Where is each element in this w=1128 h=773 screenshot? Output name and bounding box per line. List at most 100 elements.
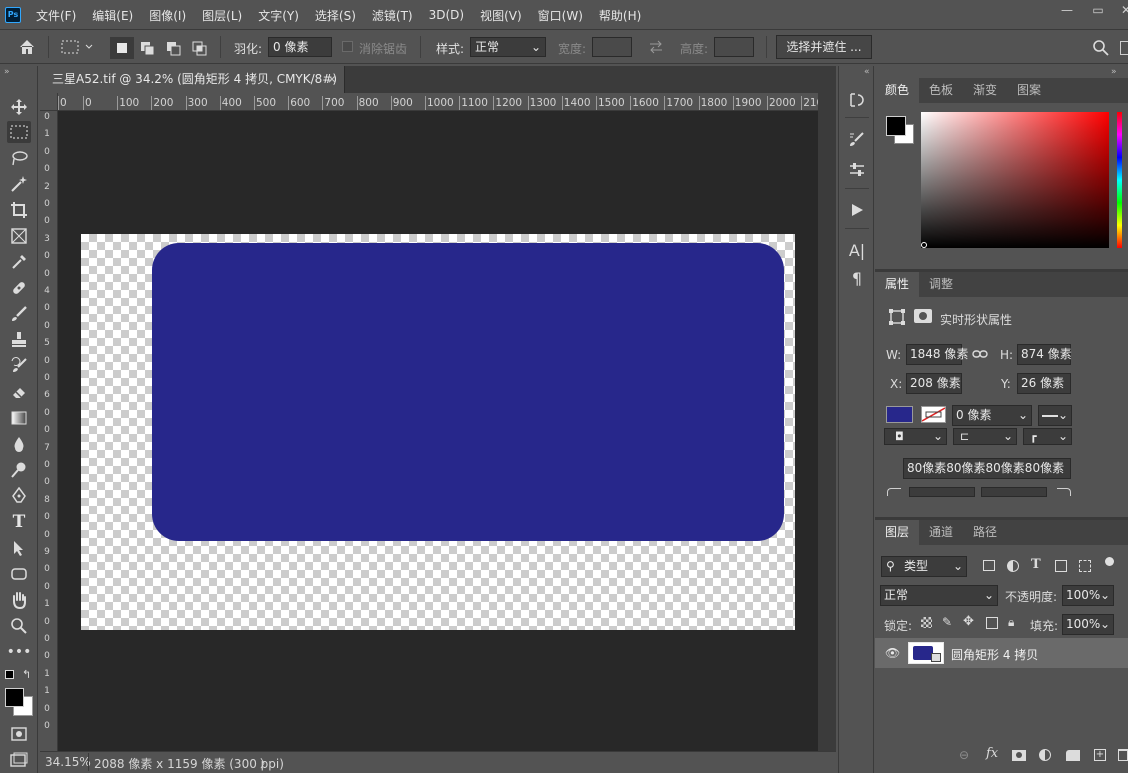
stroke-align-select[interactable]: ◘ ⌄ [884, 428, 947, 445]
filter-type-icon[interactable]: T [1031, 557, 1041, 572]
tab-layers[interactable]: 图层 [875, 520, 920, 545]
vertical-scrollbar[interactable] [818, 93, 836, 751]
link-layers-icon[interactable]: ⊖ [959, 748, 969, 762]
maximize-icon[interactable]: ▭ [1086, 2, 1110, 18]
corner-tl-input[interactable] [909, 487, 975, 497]
new-adjustment-icon[interactable] [1039, 749, 1051, 761]
tab-gradients[interactable]: 渐变 [963, 78, 1007, 103]
add-mask-icon[interactable] [1012, 750, 1026, 761]
add-selection-icon[interactable] [140, 41, 156, 57]
blur-tool-icon[interactable] [7, 433, 31, 455]
tab-close-icon[interactable]: × [327, 66, 337, 93]
history-brush-icon[interactable] [7, 355, 31, 377]
menu-item-9[interactable]: 窗口(W) [530, 7, 591, 24]
height-input[interactable] [714, 37, 754, 57]
width-input[interactable] [592, 37, 632, 57]
eraser-tool-icon[interactable] [7, 381, 31, 403]
swap-colors-icon[interactable]: ↰ [22, 668, 31, 681]
rounded-rectangle-shape[interactable] [152, 243, 784, 541]
healing-brush-icon[interactable] [7, 277, 31, 299]
shape-tool-icon[interactable] [7, 563, 31, 585]
quick-mask-icon[interactable] [7, 723, 31, 745]
tab-adjustments[interactable]: 调整 [919, 272, 963, 297]
new-group-icon[interactable] [1066, 750, 1080, 761]
visibility-eye-icon[interactable]: 👁︎ [885, 646, 900, 660]
paragraph-panel-icon[interactable]: ¶ [847, 268, 867, 288]
tab-color[interactable]: 颜色 [875, 78, 920, 103]
character-panel-icon[interactable]: A| [847, 240, 867, 260]
subtract-selection-icon[interactable] [166, 41, 182, 57]
move-tool-icon[interactable] [7, 96, 31, 118]
blend-mode-select[interactable]: 正常 ⌄ [880, 585, 998, 606]
screen-mode-icon[interactable] [7, 749, 31, 771]
menu-item-1[interactable]: 编辑(E) [84, 7, 141, 24]
stroke-color-swatch[interactable] [921, 406, 946, 423]
style-select[interactable]: 正常 ⌄ [470, 37, 546, 57]
filter-toggle-icon[interactable] [1105, 557, 1114, 566]
magic-wand-icon[interactable] [7, 173, 31, 195]
lock-pixels-icon[interactable]: ✎ [942, 615, 952, 629]
minimize-icon[interactable]: — [1055, 2, 1079, 18]
y-input[interactable]: 26 像素 [1017, 373, 1071, 394]
stroke-caps-select[interactable]: ⊏ ⌄ [953, 428, 1017, 445]
frame-tool-icon[interactable] [7, 225, 31, 247]
status-menu-arrow[interactable]: 〉 [260, 755, 271, 771]
feather-input[interactable]: 0 像素 [268, 37, 332, 57]
fill-color-swatch[interactable] [886, 406, 913, 423]
zoom-level[interactable]: 34.15% [45, 755, 91, 769]
play-actions-icon[interactable] [847, 200, 867, 220]
pen-tool-icon[interactable] [7, 485, 31, 507]
filter-adjustment-icon[interactable] [1007, 560, 1019, 572]
new-selection-button[interactable] [110, 37, 134, 59]
mask-icon[interactable] [914, 309, 932, 323]
filter-smart-object-icon[interactable] [1079, 560, 1091, 572]
menu-item-7[interactable]: 3D(D) [421, 8, 472, 22]
foreground-color-swatch[interactable] [5, 688, 24, 707]
tab-swatches[interactable]: 色板 [919, 78, 963, 103]
layer-name[interactable]: 圆角矩形 4 拷贝 [951, 646, 1038, 663]
x-input[interactable]: 208 像素 [906, 373, 962, 394]
filter-pixel-icon[interactable] [983, 560, 995, 571]
select-and-mask-button[interactable]: 选择并遮住 ... [776, 35, 872, 59]
h-input[interactable]: 874 像素 [1017, 344, 1072, 365]
menu-item-8[interactable]: 视图(V) [472, 7, 530, 24]
tab-paths[interactable]: 路径 [963, 520, 1007, 545]
expand-panels-icon[interactable]: « [864, 67, 870, 77]
stamp-tool-icon[interactable] [7, 329, 31, 351]
delete-layer-icon[interactable] [1118, 749, 1128, 761]
menu-item-4[interactable]: 文字(Y) [250, 7, 307, 24]
lock-all-icon[interactable]: 🔒︎ [1008, 615, 1014, 630]
intersect-selection-icon[interactable] [192, 41, 208, 57]
marquee-preset-icon[interactable] [60, 39, 94, 55]
lock-position-icon[interactable]: ✥ [963, 614, 974, 629]
corner-radius-input[interactable]: 80像素80像素80像素80像素 [903, 458, 1071, 479]
menu-item-2[interactable]: 图像(I) [141, 7, 194, 24]
document-tab[interactable]: 三星A52.tif @ 34.2% (圆角矩形 4 拷贝, CMYK/8#) [40, 66, 345, 93]
w-input[interactable]: 1848 像素 [906, 344, 968, 365]
type-tool-icon[interactable]: T [7, 511, 31, 533]
antialias-checkbox[interactable] [342, 41, 353, 52]
lasso-tool-icon[interactable] [7, 147, 31, 169]
menu-item-10[interactable]: 帮助(H) [591, 7, 649, 24]
color-field[interactable] [921, 112, 1109, 248]
gradient-tool-icon[interactable] [7, 407, 31, 429]
hand-tool-icon[interactable] [7, 589, 31, 611]
tab-properties[interactable]: 属性 [875, 272, 920, 297]
color-panel-fg-swatch[interactable] [886, 116, 906, 136]
stroke-type-select[interactable]: ⌄ [1038, 405, 1072, 426]
path-selection-icon[interactable] [7, 537, 31, 559]
collapse-panels-icon[interactable]: » [1111, 67, 1117, 77]
menu-item-3[interactable]: 图层(L) [194, 7, 250, 24]
marquee-tool-icon[interactable] [7, 121, 31, 143]
search-icon[interactable] [1092, 39, 1110, 57]
link-dimensions-icon[interactable] [972, 348, 988, 360]
menu-item-6[interactable]: 滤镜(T) [364, 7, 421, 24]
more-tools-icon[interactable]: ••• [7, 641, 32, 663]
tab-patterns[interactable]: 图案 [1007, 78, 1051, 103]
lock-artboard-icon[interactable] [986, 617, 998, 629]
menu-item-5[interactable]: 选择(S) [307, 7, 364, 24]
layer-filter-select[interactable]: ⚲ 类型 ⌄ [881, 556, 967, 577]
layer-row[interactable]: 👁︎ 圆角矩形 4 拷贝 [875, 638, 1128, 668]
brush-tool-icon[interactable] [7, 303, 31, 325]
zoom-tool-icon[interactable] [7, 615, 31, 637]
